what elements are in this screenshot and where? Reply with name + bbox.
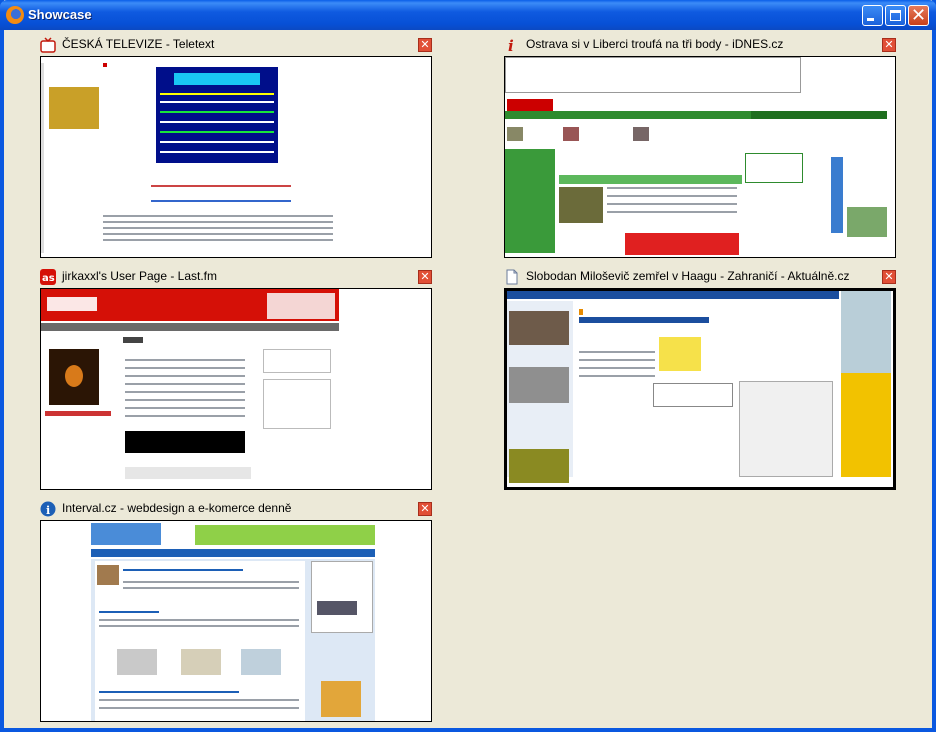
pane-header: i Interval.cz - webdesign a e-komerce de… <box>40 500 432 518</box>
pane-title: ČESKÁ TELEVIZE - Teletext <box>62 37 215 51</box>
pane-close-button[interactable]: ✕ <box>418 270 432 284</box>
document-icon <box>506 269 518 285</box>
thumbnail-image <box>49 87 99 129</box>
pane-title: Ostrava si v Liberci troufá na tři body … <box>526 37 784 51</box>
tv-icon <box>40 37 56 53</box>
pane-header: Slobodan Miloševič zemřel v Haagu - Zahr… <box>504 268 896 286</box>
close-button[interactable]: ✕ <box>908 5 929 26</box>
maximize-icon <box>890 10 901 21</box>
page-thumbnail[interactable] <box>504 288 896 490</box>
firefox-icon <box>6 6 24 24</box>
lastfm-icon: as <box>40 269 56 285</box>
page-thumbnail[interactable] <box>40 288 432 490</box>
svg-text:i: i <box>508 37 514 53</box>
minimize-icon <box>867 18 874 21</box>
pane-close-button[interactable]: ✕ <box>418 502 432 516</box>
pane-header: ČESKÁ TELEVIZE - Teletext ✕ <box>40 36 432 54</box>
pane-title: jirkaxxl's User Page - Last.fm <box>62 269 217 283</box>
close-icon: ✕ <box>910 5 927 25</box>
pane-title: Slobodan Miloševič zemřel v Haagu - Zahr… <box>526 269 850 283</box>
svg-text:i: i <box>46 504 50 517</box>
page-thumbnail[interactable] <box>504 56 896 258</box>
title-bar[interactable]: Showcase ✕ <box>0 0 936 30</box>
page-thumbnail[interactable] <box>40 56 432 258</box>
page-thumbnail[interactable] <box>40 520 432 722</box>
maximize-button[interactable] <box>885 5 906 26</box>
pane-close-button[interactable]: ✕ <box>418 38 432 52</box>
info-circle-icon: i <box>40 501 56 517</box>
pane-close-button[interactable]: ✕ <box>882 38 896 52</box>
minimize-button[interactable] <box>862 5 883 26</box>
svg-text:as: as <box>42 273 55 284</box>
pane-header: as jirkaxxl's User Page - Last.fm ✕ <box>40 268 432 286</box>
pane-close-button[interactable]: ✕ <box>882 270 896 284</box>
logo-mark <box>103 63 107 67</box>
info-i-icon: i <box>508 37 514 53</box>
pane-title: Interval.cz - webdesign a e-komerce denn… <box>62 501 292 515</box>
window-title: Showcase <box>28 7 92 22</box>
teletext-screen <box>156 67 278 163</box>
pane-header: i Ostrava si v Liberci troufá na tři bod… <box>504 36 896 54</box>
